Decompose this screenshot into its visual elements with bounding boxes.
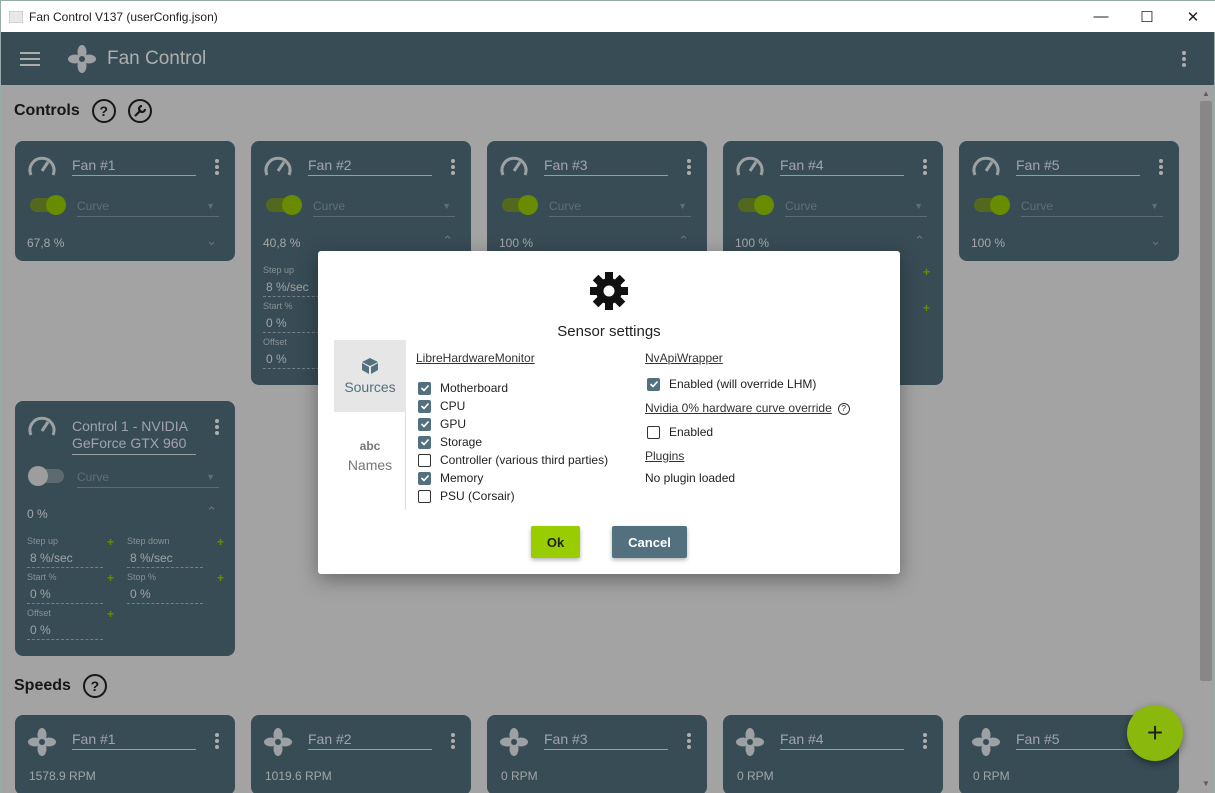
lhm-checkbox-label: PSU (Corsair) — [440, 489, 515, 503]
close-button[interactable]: ✕ — [1170, 1, 1215, 32]
lhm-column: LibreHardwareMonitor Motherboard CPU GPU St… — [416, 351, 626, 505]
lhm-checkbox-label: Controller (various third parties) — [440, 453, 609, 467]
minimize-button[interactable]: — — [1078, 1, 1124, 32]
nvapi-enabled-label: Enabled (will override LHM) — [669, 377, 817, 391]
nvapi-heading[interactable]: NvApiWrapper — [645, 351, 885, 365]
nav-names[interactable]: abc Names — [334, 420, 406, 492]
title-bar: Fan Control V137 (userConfig.json) — ☐ ✕ — [1, 1, 1215, 32]
lhm-checkbox[interactable]: PSU (Corsair) — [416, 487, 626, 505]
ok-button[interactable]: Ok — [531, 526, 580, 558]
lhm-checkbox-label: Memory — [440, 471, 484, 485]
gear-icon — [590, 272, 628, 310]
nav-sources[interactable]: Sources — [334, 340, 406, 412]
plugins-status: No plugin loaded — [645, 471, 736, 485]
dialog-nav: Sources abc Names — [334, 340, 406, 510]
lhm-checkbox-label: CPU — [440, 399, 466, 413]
window-title: Fan Control V137 (userConfig.json) — [29, 9, 218, 24]
add-button[interactable]: + — [1127, 705, 1183, 761]
lhm-heading[interactable]: LibreHardwareMonitor — [416, 351, 626, 365]
lhm-checkbox[interactable]: GPU — [416, 415, 626, 433]
lhm-checkbox-label: Storage — [440, 435, 483, 449]
nvapi-enabled-checkbox[interactable]: Enabled (will override LHM) — [645, 375, 885, 393]
abc-icon: abc — [359, 439, 381, 453]
lhm-checkbox[interactable]: Motherboard — [416, 379, 626, 397]
nvapi-column: NvApiWrapper Enabled (will override LHM)… — [645, 351, 885, 485]
lhm-checkbox-label: GPU — [440, 417, 467, 431]
lhm-checkbox-label: Motherboard — [440, 381, 509, 395]
sensor-settings-dialog: Sensor settings Sources abc Names LibreH… — [318, 251, 900, 574]
nav-sources-label: Sources — [344, 379, 396, 395]
box-icon — [362, 358, 378, 374]
nvidia-curve-enabled-checkbox[interactable]: Enabled — [645, 423, 885, 441]
lhm-checkbox[interactable]: Controller (various third parties) — [416, 451, 626, 469]
plugins-heading[interactable]: Plugins — [645, 449, 885, 463]
dialog-title: Sensor settings — [557, 323, 661, 340]
app-window: Fan Control V137 (userConfig.json) — ☐ ✕… — [0, 0, 1215, 793]
nvidia-curve-enabled-label: Enabled — [669, 425, 714, 439]
nav-names-label: Names — [347, 457, 393, 473]
lhm-checkbox[interactable]: Storage — [416, 433, 626, 451]
nvidia-curve-heading[interactable]: Nvidia 0% hardware curve override — [645, 401, 832, 415]
help-icon[interactable]: ? — [837, 402, 850, 415]
app-icon — [9, 10, 23, 23]
lhm-checkbox[interactable]: Memory — [416, 469, 626, 487]
cancel-button[interactable]: Cancel — [612, 526, 687, 558]
maximize-button[interactable]: ☐ — [1124, 1, 1170, 32]
lhm-checkbox[interactable]: CPU — [416, 397, 626, 415]
